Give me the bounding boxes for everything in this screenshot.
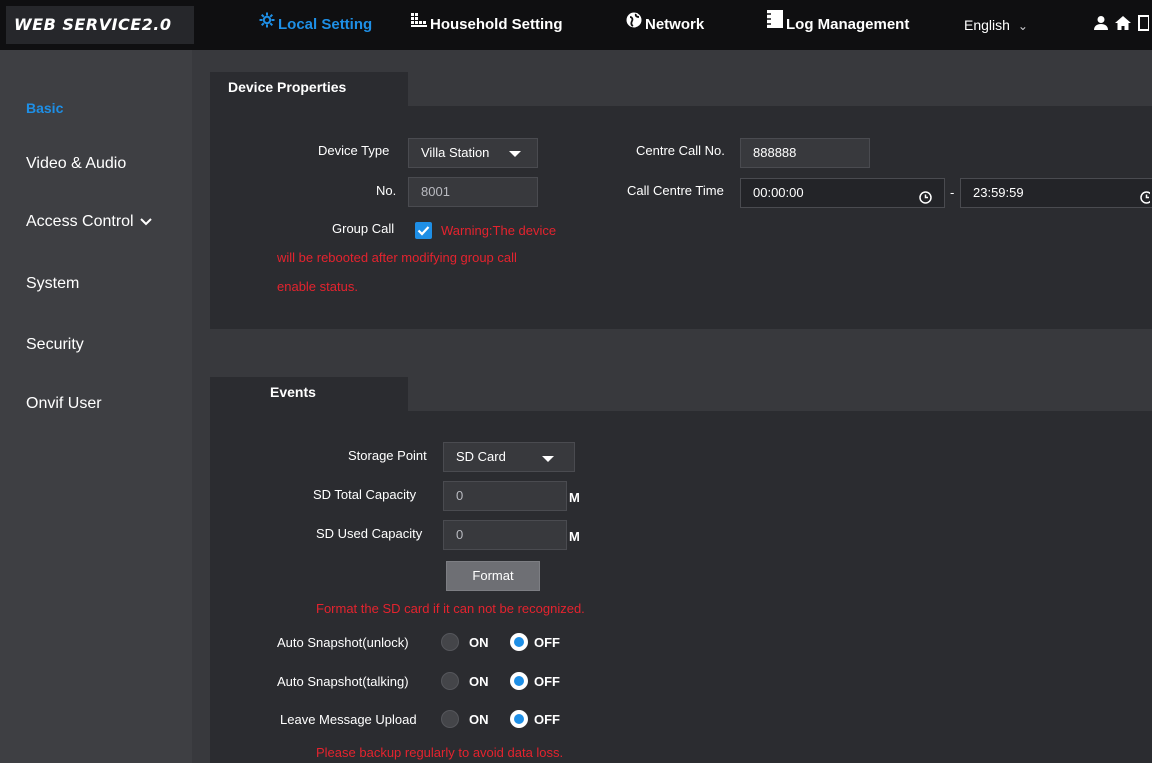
top-bar: WEB SERVICE2.0 Local Setting Household S… [0, 0, 1152, 50]
leave-message-on-radio[interactable] [441, 710, 459, 728]
call-centre-time-label: Call Centre Time [627, 183, 724, 198]
leave-message-off-radio[interactable] [510, 710, 528, 728]
clock-icon[interactable] [919, 186, 932, 214]
gear-icon [258, 0, 276, 50]
auto-snapshot-unlock-on-radio[interactable] [441, 633, 459, 651]
auto-snapshot-talking-on-label: ON [469, 674, 489, 689]
storage-point-label: Storage Point [348, 448, 427, 463]
sidebar-item-onvif-user[interactable]: Onvif User [26, 395, 102, 413]
call-time-start-input[interactable]: 00:00:00 [740, 178, 945, 208]
language-select[interactable]: English ⌄ [964, 0, 1028, 50]
auto-snapshot-unlock-on-label: ON [469, 635, 489, 650]
leave-message-off-label: OFF [534, 712, 560, 727]
device-type-value: Villa Station [421, 145, 490, 160]
auto-snapshot-unlock-off-label: OFF [534, 635, 560, 650]
sidebar-item-label: Access Control [26, 213, 134, 231]
top-icons [1093, 0, 1150, 50]
chevron-down-icon: ⌄ [1017, 19, 1028, 33]
group-call-checkbox[interactable] [415, 222, 432, 239]
storage-point-value: SD Card [456, 449, 506, 464]
device-properties-panel [210, 106, 1152, 329]
events-panel [210, 411, 1152, 763]
nav-household-setting[interactable]: Household Setting [410, 0, 563, 50]
storage-point-select[interactable]: SD Card [443, 442, 575, 472]
events-title: Events [210, 377, 408, 411]
auto-snapshot-talking-label: Auto Snapshot(talking) [277, 674, 409, 689]
app-logo: WEB SERVICE2.0 [6, 6, 194, 44]
nav-household-setting-label: Household Setting [430, 16, 563, 33]
group-call-warning-3: enable status. [277, 279, 358, 294]
nav-network[interactable]: Network [625, 0, 704, 50]
home-icon[interactable] [1114, 15, 1132, 36]
log-file-icon [766, 0, 784, 50]
sidebar: Basic Video & Audio Access Control Syste… [0, 50, 192, 763]
clock-icon[interactable] [1140, 186, 1152, 214]
group-call-warning-1: Warning:The device [441, 223, 557, 238]
auto-snapshot-talking-off-label: OFF [534, 674, 560, 689]
call-time-end-value: 23:59:59 [973, 185, 1024, 200]
nav-local-setting[interactable]: Local Setting [258, 0, 372, 50]
sidebar-item-video-audio[interactable]: Video & Audio [26, 155, 126, 173]
logout-icon[interactable] [1137, 14, 1150, 37]
device-no-label: No. [376, 183, 397, 198]
centre-call-input[interactable]: 888888 [740, 138, 870, 168]
sd-used-unit: M [569, 529, 580, 544]
building-icon [410, 0, 428, 50]
language-label: English [964, 17, 1010, 33]
globe-icon [625, 0, 643, 50]
user-icon[interactable] [1093, 15, 1109, 36]
auto-snapshot-talking-on-radio[interactable] [441, 672, 459, 690]
auto-snapshot-talking-off-radio[interactable] [510, 672, 528, 690]
centre-call-label: Centre Call No. [636, 143, 725, 158]
call-time-end-input[interactable]: 23:59:59 [960, 178, 1152, 208]
auto-snapshot-unlock-label: Auto Snapshot(unlock) [277, 635, 409, 650]
sd-total-capacity-input[interactable]: 0 [443, 481, 567, 511]
nav-log-management[interactable]: Log Management [766, 0, 909, 50]
dropdown-arrow-icon [542, 456, 554, 462]
nav-network-label: Network [645, 16, 705, 33]
sd-total-unit: M [569, 490, 580, 505]
leave-message-upload-label: Leave Message Upload [280, 712, 417, 727]
group-call-warning-2: will be rebooted after modifying group c… [277, 250, 517, 265]
sidebar-item-access-control[interactable]: Access Control [26, 213, 152, 231]
checkmark-icon [417, 226, 430, 236]
dropdown-arrow-icon [509, 151, 521, 157]
auto-snapshot-unlock-off-radio[interactable] [510, 633, 528, 651]
device-type-select[interactable]: Villa Station [408, 138, 538, 168]
time-range-separator: - [950, 185, 955, 200]
sidebar-item-basic[interactable]: Basic [26, 100, 63, 116]
format-hint: Format the SD card if it can not be reco… [316, 601, 585, 616]
sidebar-item-system[interactable]: System [26, 275, 79, 293]
group-call-label: Group Call [332, 221, 395, 236]
format-button[interactable]: Format [446, 561, 540, 591]
nav-local-setting-label: Local Setting [278, 16, 373, 33]
call-time-start-value: 00:00:00 [753, 185, 804, 200]
sd-used-capacity-input[interactable]: 0 [443, 520, 567, 550]
nav-log-management-label: Log Management [786, 16, 910, 33]
sd-used-capacity-label: SD Used Capacity [316, 526, 423, 541]
sidebar-item-security[interactable]: Security [26, 336, 84, 354]
device-properties-title: Device Properties [210, 72, 408, 106]
device-no-input[interactable]: 8001 [408, 177, 538, 207]
device-type-label: Device Type [318, 143, 390, 158]
sd-total-capacity-label: SD Total Capacity [313, 487, 417, 502]
leave-message-on-label: ON [469, 712, 489, 727]
backup-hint: Please backup regularly to avoid data lo… [316, 745, 564, 760]
chevron-down-icon [139, 213, 152, 231]
